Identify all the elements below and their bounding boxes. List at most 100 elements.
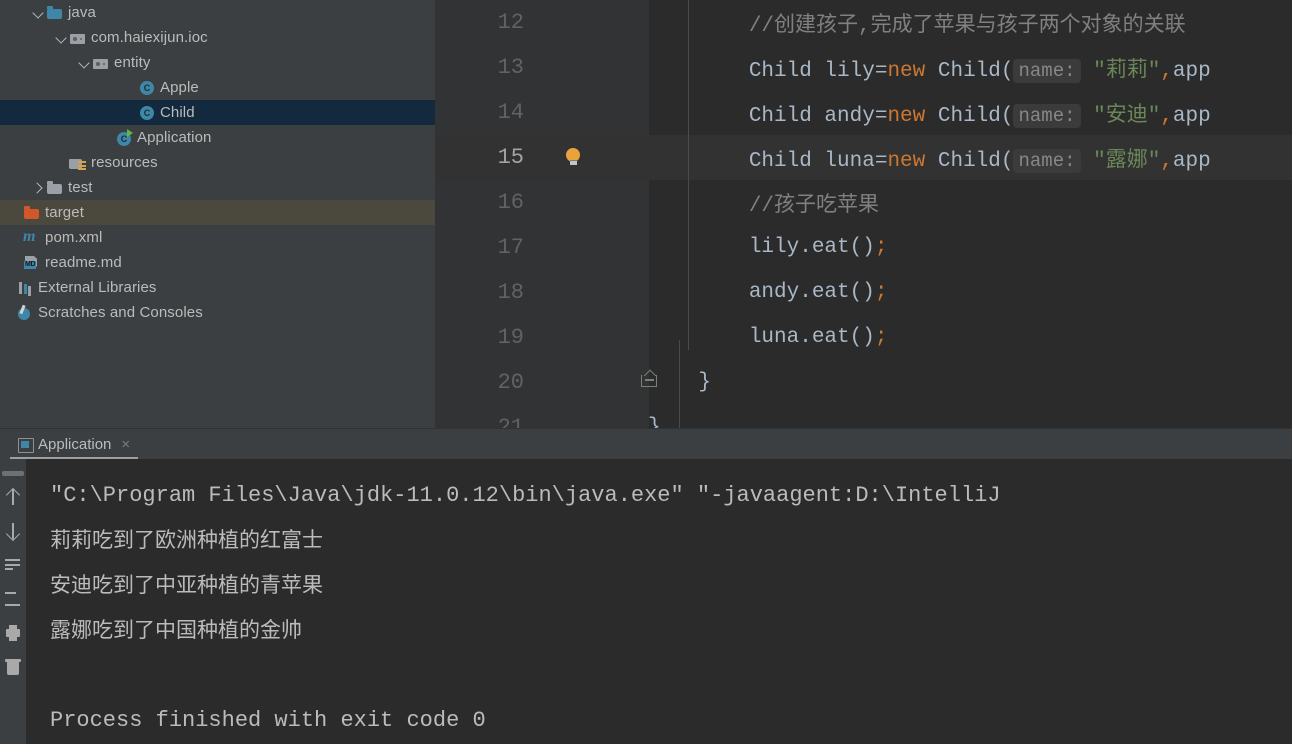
tree-item-child[interactable]: Child [0, 100, 435, 125]
tree-item-com-haiexijun-ioc[interactable]: com.haiexijun.ioc [0, 25, 435, 50]
tree-item-entity[interactable]: entity [0, 50, 435, 75]
code-token: Child andy= [648, 104, 888, 128]
tree-item-target[interactable]: target [0, 200, 435, 225]
tab-underline-scroll [2, 471, 24, 476]
up-arrow-icon[interactable] [4, 488, 22, 506]
tree-item-pom-xml[interactable]: pom.xml [0, 225, 435, 250]
tree-item-resources[interactable]: resources [0, 150, 435, 175]
tree-item-label: Application [137, 129, 212, 146]
chevron-down-icon[interactable] [76, 55, 92, 71]
code-token: Child( [925, 59, 1014, 83]
scratches-icon [16, 304, 34, 322]
line-number: 14 [497, 100, 524, 125]
code-token: "露娜" [1080, 149, 1161, 173]
code-token: Child lily= [648, 59, 888, 83]
tree-item-external-libraries[interactable]: External Libraries [0, 275, 435, 300]
indent-guide-inner [688, 0, 689, 350]
gutter-area [540, 315, 648, 360]
line-number: 19 [497, 325, 524, 350]
console-line: 莉莉吃到了欧洲种植的红富士 [50, 528, 323, 552]
line-number: 17 [497, 235, 524, 260]
console-line: "C:\Program Files\Java\jdk-11.0.12\bin\j… [50, 483, 1001, 508]
line-number: 18 [497, 280, 524, 305]
line-number: 16 [497, 190, 524, 215]
tree-arrow-placeholder [7, 230, 23, 246]
close-icon[interactable]: × [121, 436, 130, 453]
code-line[interactable]: 14 Child andy=new Child(name: "安迪",app [435, 90, 1292, 135]
code-token: "安迪" [1080, 104, 1161, 128]
tree-item-apple[interactable]: Apple [0, 75, 435, 100]
scroll-to-end-icon[interactable] [4, 590, 22, 608]
tree-arrow-placeholder [7, 205, 23, 221]
code-line[interactable]: 12 //创建孩子,完成了苹果与孩子两个对象的关联 [435, 0, 1292, 45]
folder-excluded-icon [23, 204, 41, 222]
tree-item-label: java [68, 4, 96, 21]
code-token: new [887, 59, 926, 83]
print-icon[interactable] [4, 624, 22, 642]
markdown-icon [23, 254, 41, 272]
run-tool-window: Application × "C:\Program Files\Java\jdk… [0, 428, 1292, 744]
code-token: ; [874, 236, 888, 259]
run-tab-application[interactable]: Application × [10, 429, 139, 460]
java-class-icon [138, 79, 156, 97]
code-line[interactable]: 20 } [435, 360, 1292, 405]
code-token: "莉莉" [1080, 59, 1161, 83]
soft-wrap-icon[interactable] [4, 556, 22, 574]
tree-arrow-placeholder [7, 255, 23, 271]
code-token: //创建孩子,完成了苹果与孩子两个对象的关联 [648, 14, 1186, 38]
gutter-area [540, 360, 657, 405]
code-line[interactable]: 19 luna.eat(); [435, 315, 1292, 360]
code-line[interactable]: 17 lily.eat(); [435, 225, 1292, 270]
lightbulb-icon[interactable] [566, 148, 581, 165]
chevron-down-icon[interactable] [30, 5, 46, 21]
code-text: lily.eat(); [648, 236, 888, 259]
code-line[interactable]: 18 andy.eat(); [435, 270, 1292, 315]
code-token: new [887, 104, 926, 128]
top-area: java com.haiexijun.ioc entity Apple Child App… [0, 0, 1292, 428]
java-runnable-class-icon [115, 128, 133, 147]
code-line[interactable]: 13 Child lily=new Child(name: "莉莉",app [435, 45, 1292, 90]
project-tree-panel[interactable]: java com.haiexijun.ioc entity Apple Child App… [0, 0, 435, 428]
run-tab-label: Application [38, 436, 112, 453]
down-arrow-icon[interactable] [4, 522, 22, 540]
parameter-hint: name: [1013, 148, 1081, 173]
run-configuration-icon [18, 437, 34, 453]
chevron-down-icon[interactable] [53, 30, 69, 46]
code-token: andy.eat() [648, 281, 875, 304]
code-text: Child andy=new Child(name: "安迪",app [648, 98, 1211, 128]
chevron-right-icon[interactable] [30, 180, 46, 196]
code-token: ; [874, 281, 888, 304]
tree-item-java[interactable]: java [0, 0, 435, 25]
tree-arrow-placeholder [0, 280, 16, 296]
code-token: lily.eat() [648, 236, 875, 259]
code-token: app [1172, 104, 1211, 128]
fold-box [641, 375, 657, 387]
gutter-area [540, 90, 648, 135]
code-token: Child( [925, 104, 1014, 128]
code-line[interactable]: 15 Child luna=new Child(name: "露娜",app [435, 135, 1292, 180]
tree-item-readme-md[interactable]: readme.md [0, 250, 435, 275]
code-token: } [648, 416, 661, 428]
line-number: 21 [497, 415, 524, 428]
code-editor[interactable]: 12 //创建孩子,完成了苹果与孩子两个对象的关联 13 Child lily=n… [435, 0, 1292, 428]
tree-arrow-placeholder [53, 155, 69, 171]
tree-item-scratches-and-consoles[interactable]: Scratches and Consoles [0, 300, 435, 325]
code-text: //孩子吃苹果 [648, 188, 879, 218]
tree-item-application[interactable]: Application [0, 125, 435, 150]
code-token: //孩子吃苹果 [648, 194, 880, 218]
console-output[interactable]: "C:\Program Files\Java\jdk-11.0.12\bin\j… [26, 459, 1292, 744]
gutter-area [540, 45, 648, 90]
tree-item-test[interactable]: test [0, 175, 435, 200]
folder-grey-icon [46, 179, 64, 197]
code-token: , [1160, 59, 1173, 83]
code-line[interactable]: 21} [435, 405, 1292, 428]
gutter-area [540, 135, 648, 180]
trash-icon[interactable] [4, 658, 22, 676]
tree-item-label: Child [160, 104, 195, 121]
code-text: andy.eat(); [648, 281, 888, 304]
console-line: 露娜吃到了中国种植的金帅 [50, 618, 302, 642]
code-line[interactable]: 16 //孩子吃苹果 [435, 180, 1292, 225]
package-icon [92, 54, 110, 72]
tree-item-label: pom.xml [45, 229, 103, 246]
